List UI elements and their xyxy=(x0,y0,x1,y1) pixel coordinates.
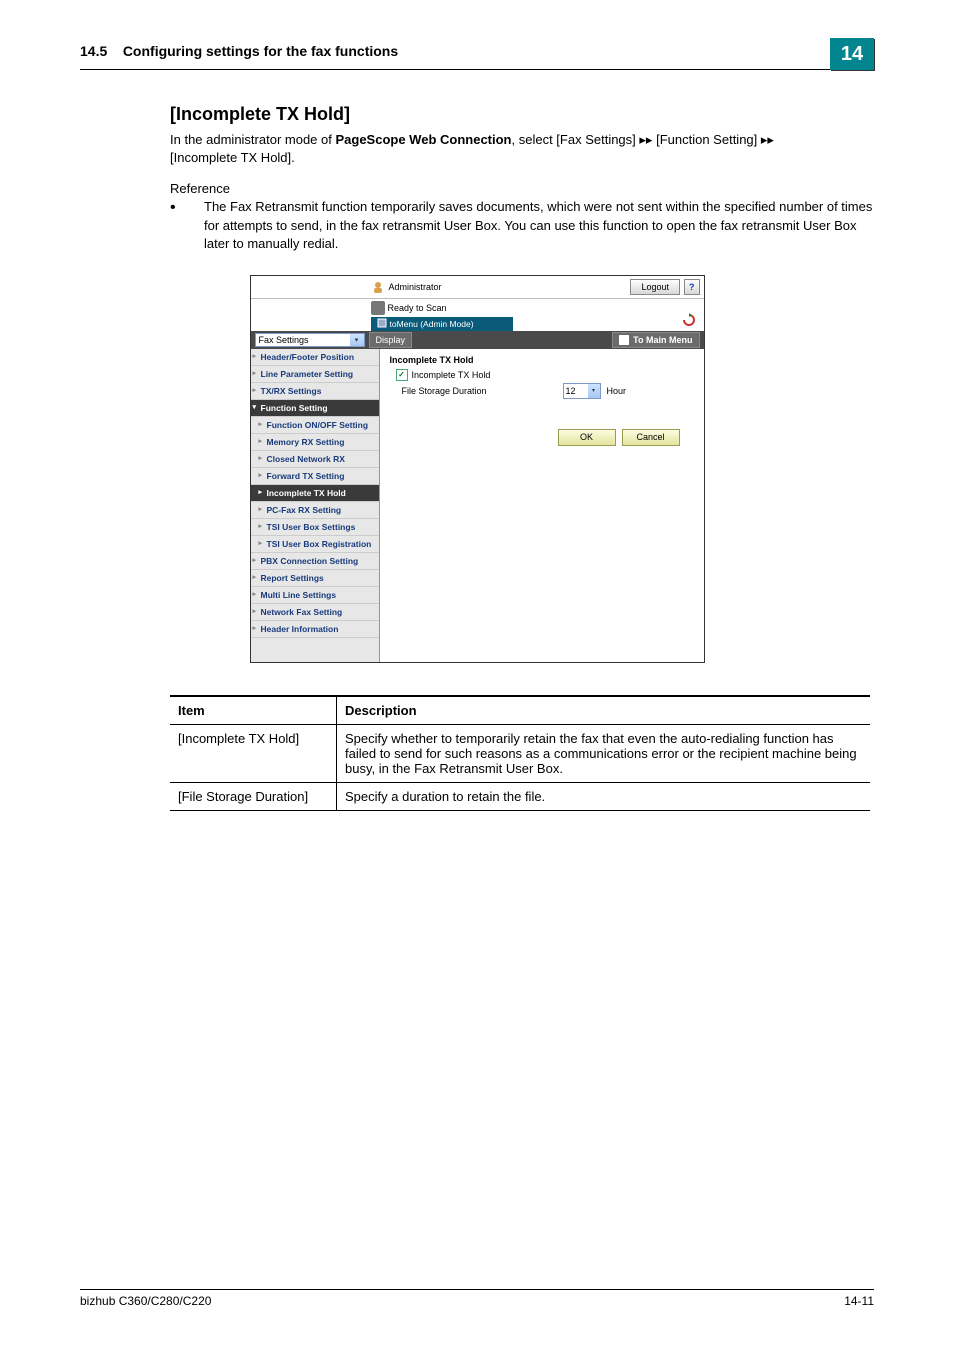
reference-label: Reference xyxy=(170,181,874,196)
embedded-screenshot: Administrator Logout ? Ready to Scan xyxy=(250,275,705,663)
duration-row: File Storage Duration 12 ▾ Hour xyxy=(402,383,694,399)
admin-icon xyxy=(371,280,385,294)
content-pane: Incomplete TX Hold ✓ Incomplete TX Hold … xyxy=(380,349,704,662)
td-desc: Specify whether to temporarily retain th… xyxy=(337,724,871,782)
sidebar-item-header-footer[interactable]: Header/Footer Position xyxy=(251,349,379,366)
arrow-icon: ▸▸ xyxy=(639,132,652,147)
menu-mode-strip[interactable]: toMenu (Admin Mode) xyxy=(371,317,513,331)
arrow-icon: ▸▸ xyxy=(761,132,774,147)
sidebar-sub-forward-tx[interactable]: Forward TX Setting xyxy=(251,468,379,485)
sidebar-sub-onoff[interactable]: Function ON/OFF Setting xyxy=(251,417,379,434)
admin-label: Administrator xyxy=(371,280,442,294)
duration-select[interactable]: 12 ▾ xyxy=(563,383,601,399)
ok-button[interactable]: OK xyxy=(558,429,616,446)
td-item: [Incomplete TX Hold] xyxy=(170,724,337,782)
section-title: Configuring settings for the fax functio… xyxy=(123,43,398,59)
sidebar-item-multiline[interactable]: Multi Line Settings xyxy=(251,587,379,604)
menu-icon xyxy=(619,335,629,345)
table-row: [Incomplete TX Hold] Specify whether to … xyxy=(170,724,870,782)
footer-page: 14-11 xyxy=(844,1294,874,1308)
sidebar: Header/Footer Position Line Parameter Se… xyxy=(251,349,380,662)
sidebar-sub-pcfax[interactable]: PC-Fax RX Setting xyxy=(251,502,379,519)
sidebar-item-line-param[interactable]: Line Parameter Setting xyxy=(251,366,379,383)
display-button[interactable]: Display xyxy=(369,332,413,348)
page-heading: 14.5 Configuring settings for the fax fu… xyxy=(80,43,830,65)
sidebar-sub-closed-network[interactable]: Closed Network RX xyxy=(251,451,379,468)
sidebar-item-network-fax[interactable]: Network Fax Setting xyxy=(251,604,379,621)
content-title: Incomplete TX Hold xyxy=(390,355,694,365)
cancel-button[interactable]: Cancel xyxy=(622,429,680,446)
chapter-chip: 14 xyxy=(830,38,874,70)
td-item: [File Storage Duration] xyxy=(170,782,337,810)
sidebar-item-header-info[interactable]: Header Information xyxy=(251,621,379,638)
bullet-dot: • xyxy=(170,198,204,253)
sidebar-item-txrx[interactable]: TX/RX Settings xyxy=(251,383,379,400)
duration-unit: Hour xyxy=(607,386,627,396)
chevron-down-icon: ▾ xyxy=(350,334,364,346)
tool-icon xyxy=(377,318,387,330)
td-desc: Specify a duration to retain the file. xyxy=(337,782,871,810)
sidebar-item-pbx[interactable]: PBX Connection Setting xyxy=(251,553,379,570)
table-row: [File Storage Duration] Specify a durati… xyxy=(170,782,870,810)
logout-button[interactable]: Logout xyxy=(630,279,680,295)
sidebar-sub-memory-rx[interactable]: Memory RX Setting xyxy=(251,434,379,451)
printer-icon xyxy=(371,301,385,315)
bullet-item: • The Fax Retransmit function temporaril… xyxy=(170,198,874,253)
description-table: Item Description [Incomplete TX Hold] Sp… xyxy=(170,695,870,811)
section-number: 14.5 xyxy=(80,43,107,59)
page-footer: bizhub C360/C280/C220 14-11 xyxy=(80,1289,874,1308)
sidebar-item-function-setting[interactable]: Function Setting xyxy=(251,400,379,417)
footer-model: bizhub C360/C280/C220 xyxy=(80,1294,211,1308)
help-button[interactable]: ? xyxy=(684,279,700,295)
intro-paragraph: In the administrator mode of PageScope W… xyxy=(170,131,874,167)
th-description: Description xyxy=(337,696,871,725)
duration-label: File Storage Duration xyxy=(402,386,487,396)
sidebar-sub-tsi-box-settings[interactable]: TSI User Box Settings xyxy=(251,519,379,536)
chevron-down-icon: ▾ xyxy=(588,384,600,398)
main-menu-button[interactable]: To Main Menu xyxy=(612,332,699,348)
sidebar-sub-incomplete-tx[interactable]: Incomplete TX Hold xyxy=(251,485,379,502)
sidebar-item-report[interactable]: Report Settings xyxy=(251,570,379,587)
th-item: Item xyxy=(170,696,337,725)
status-ready: Ready to Scan xyxy=(371,301,682,315)
checkbox-incomplete-tx[interactable]: ✓ xyxy=(396,369,408,381)
refresh-icon[interactable] xyxy=(682,313,696,329)
category-dropdown[interactable]: Fax Settings ▾ xyxy=(255,333,365,347)
sidebar-sub-tsi-box-registration[interactable]: TSI User Box Registration xyxy=(251,536,379,553)
checkbox-row: ✓ Incomplete TX Hold xyxy=(396,369,694,381)
subsection-title: [Incomplete TX Hold] xyxy=(170,104,874,125)
checkbox-label: Incomplete TX Hold xyxy=(412,370,491,380)
